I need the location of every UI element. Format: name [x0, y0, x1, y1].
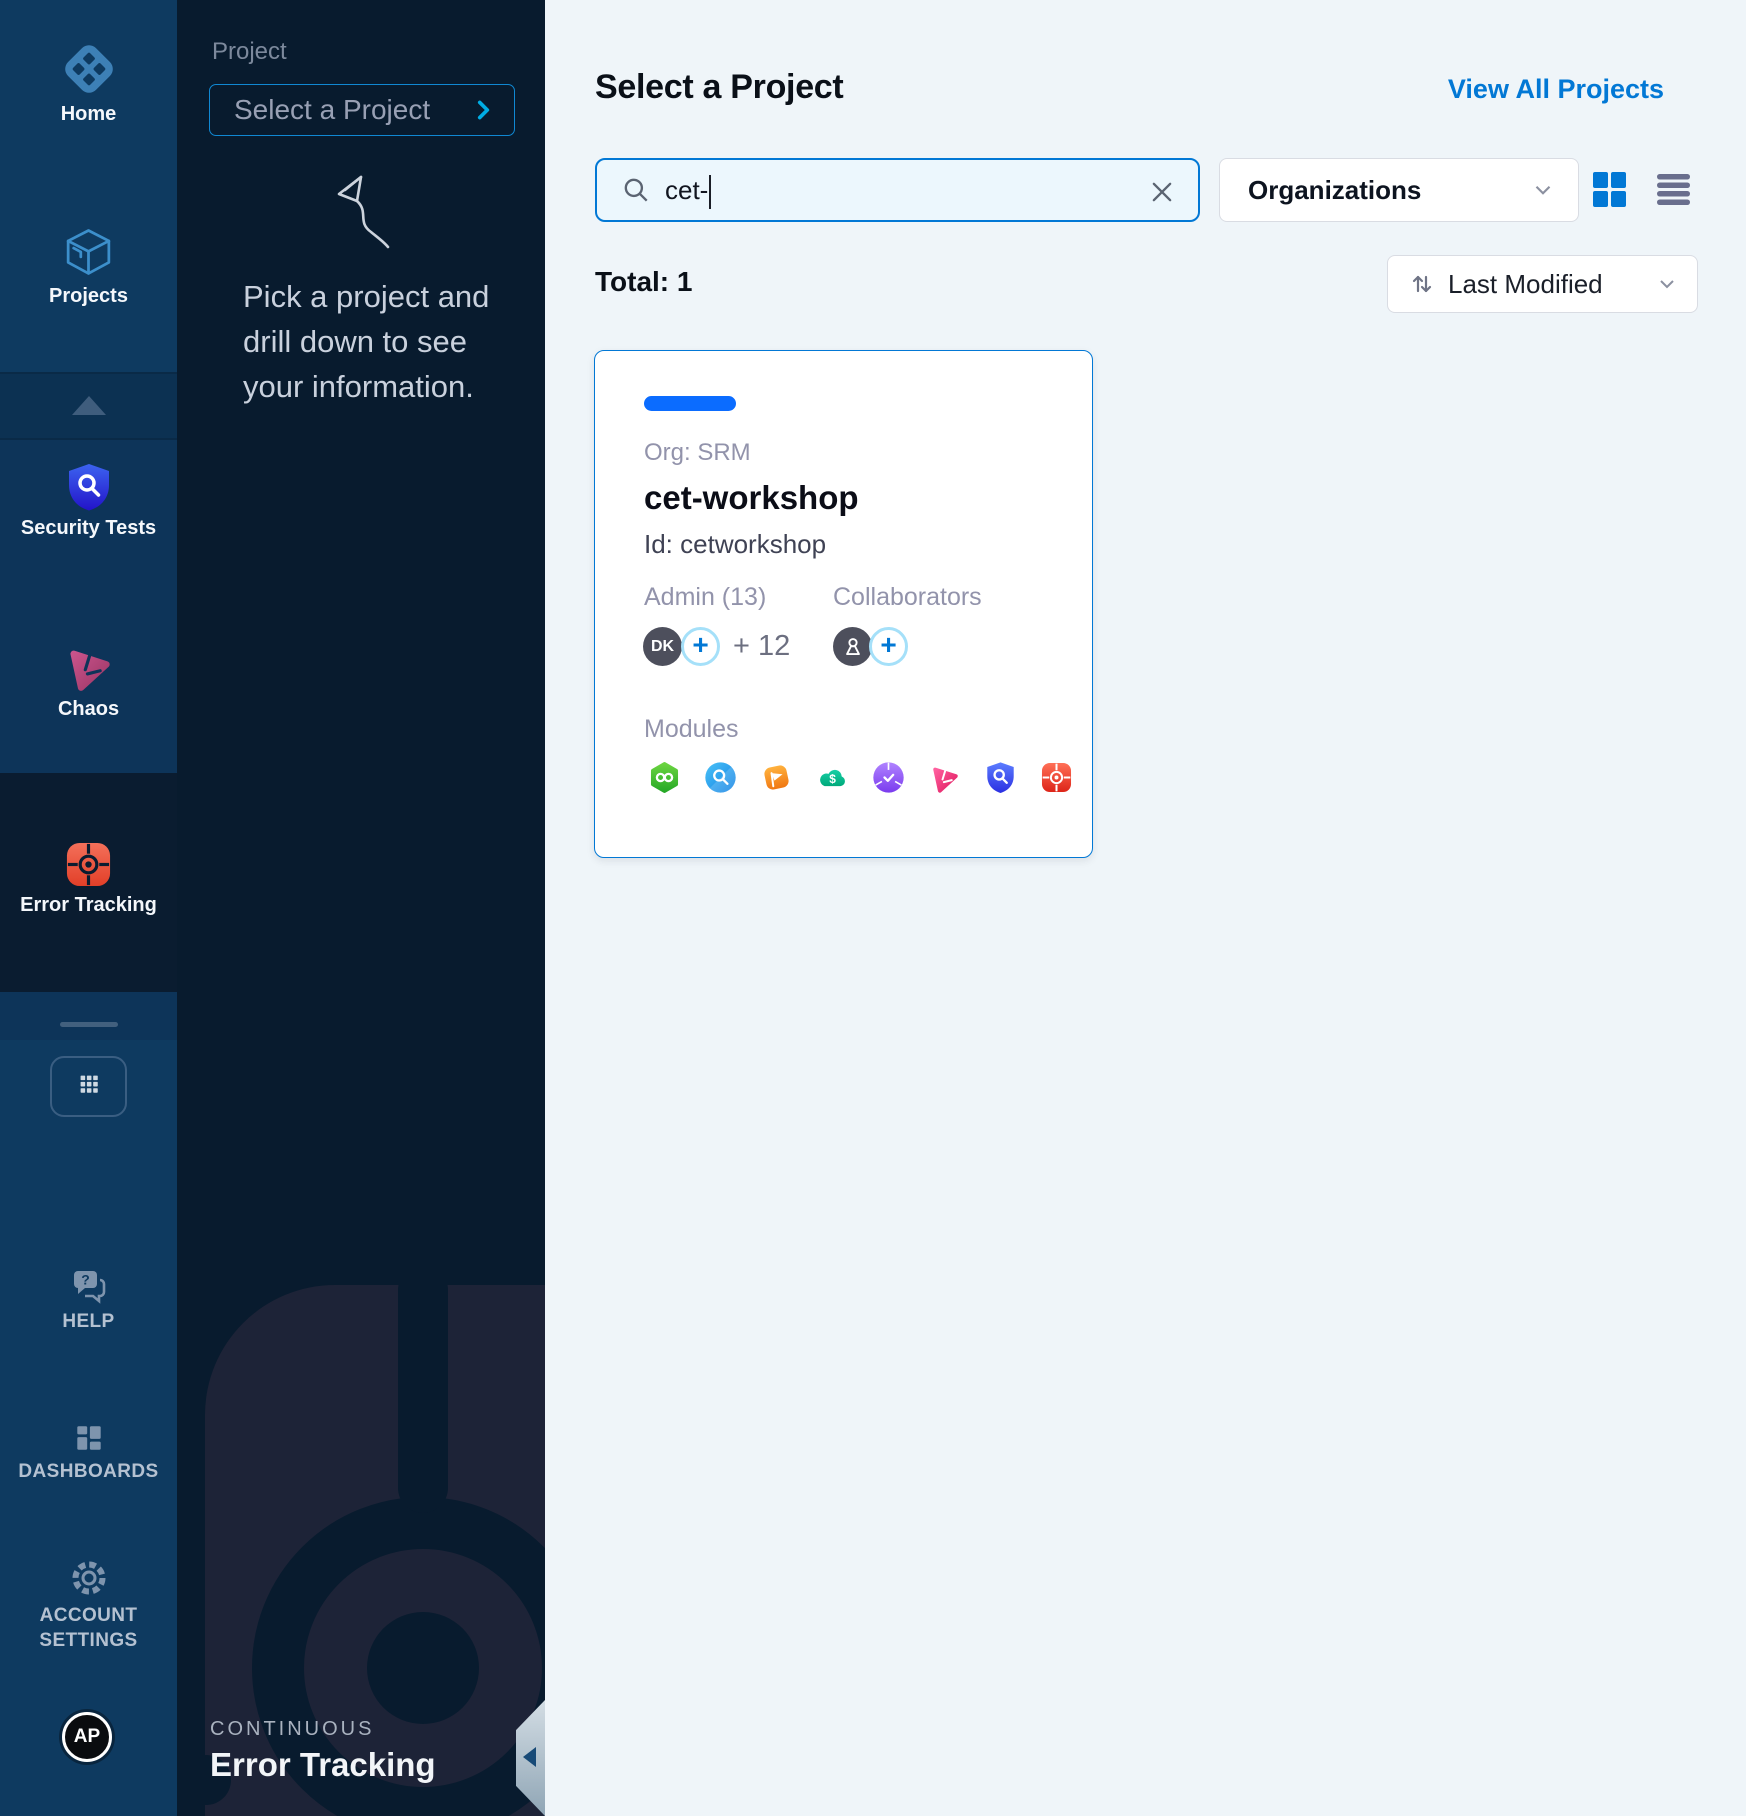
- dashboards-icon: [71, 1420, 107, 1461]
- project-search-box[interactable]: [595, 158, 1200, 222]
- organizations-filter-label: Organizations: [1248, 175, 1421, 206]
- admin-label: Admin (13): [644, 583, 766, 612]
- chaos-pinwheel-icon: [62, 640, 115, 698]
- module-feature-flags-icon: [760, 761, 793, 799]
- sidebar-item-dashboards[interactable]: DASHBOARDS: [0, 1420, 177, 1483]
- project-card[interactable]: Org: SRM cet-workshop Id: cetworkshop Ad…: [594, 350, 1093, 858]
- person-icon: [838, 632, 868, 662]
- search-icon: [621, 175, 651, 205]
- sidebar-label-help: HELP: [0, 1311, 177, 1333]
- project-panel-label: Project: [212, 38, 287, 66]
- sidebar-item-security-tests[interactable]: Security Tests: [0, 462, 177, 540]
- project-panel-hint: Pick a project and drill down to see you…: [243, 274, 493, 409]
- home-harness-icon: [60, 40, 118, 103]
- total-count: Total: 1: [595, 266, 692, 298]
- project-name: cet-workshop: [644, 479, 859, 517]
- scroll-up-icon[interactable]: [72, 396, 106, 415]
- project-panel: Project Select a Project Pick a project …: [177, 0, 545, 1816]
- chevron-down-icon: [1530, 177, 1556, 203]
- collaborators-label: Collaborators: [833, 583, 982, 612]
- help-chat-icon: ?: [69, 1266, 109, 1311]
- admin-overflow-count: + 12: [733, 627, 790, 666]
- admin-avatar-initials: DK: [651, 638, 674, 656]
- module-chaos-icon: [928, 761, 961, 799]
- project-selector-text: Select a Project: [234, 94, 430, 126]
- sidebar-label-chaos: Chaos: [0, 698, 177, 721]
- sort-arrows-icon: [1408, 270, 1436, 298]
- text-caret: [709, 175, 711, 209]
- clear-search-icon[interactable]: [1148, 178, 1176, 206]
- sort-dropdown[interactable]: Last Modified: [1387, 255, 1698, 313]
- collaborator-avatar: [833, 627, 872, 666]
- sidebar-label-security-tests: Security Tests: [0, 517, 177, 540]
- app-root: Home Projects: [0, 0, 1746, 1816]
- sidebar-label-error-tracking: Error Tracking: [0, 894, 177, 917]
- user-avatar-initials: AP: [74, 1726, 100, 1748]
- hand-drawn-arrow-illustration: [331, 170, 401, 260]
- organizations-filter-dropdown[interactable]: Organizations: [1219, 158, 1579, 222]
- sidebar-item-error-tracking[interactable]: Error Tracking: [0, 840, 177, 917]
- user-avatar[interactable]: AP: [62, 1712, 112, 1762]
- add-collaborator-button[interactable]: +: [869, 627, 908, 666]
- chevron-right-icon: [470, 97, 496, 123]
- modules-icon-row: $: [648, 761, 1073, 799]
- page-title: Select a Project: [595, 68, 843, 107]
- module-cloud-costs-icon: $: [816, 761, 849, 799]
- search-input[interactable]: [665, 175, 1105, 206]
- sidebar-divider: [0, 438, 177, 440]
- module-grid-icon: [75, 1070, 103, 1103]
- grid-view-icon[interactable]: [1593, 172, 1626, 212]
- svg-text:$: $: [829, 772, 836, 786]
- add-admin-button[interactable]: +: [681, 627, 720, 666]
- chevron-down-icon: [1655, 272, 1679, 296]
- project-color-bar: [644, 396, 736, 411]
- module-title: Error Tracking: [210, 1746, 436, 1784]
- sidebar-label-dashboards: DASHBOARDS: [0, 1461, 177, 1483]
- list-view-icon[interactable]: [1657, 174, 1690, 210]
- sidebar-group-bg-2: [0, 992, 177, 1040]
- module-error-tracking-icon: [1040, 761, 1073, 799]
- plus-icon: +: [880, 631, 896, 659]
- collapse-left-icon: [523, 1747, 536, 1767]
- sidebar-item-home[interactable]: Home: [0, 40, 177, 126]
- main-content: Select a Project View All Projects Organ…: [545, 0, 1746, 1816]
- modules-label: Modules: [644, 715, 739, 744]
- module-service-reliability-icon: [872, 761, 905, 799]
- sidebar-short-divider: [60, 1022, 118, 1027]
- sidebar-item-projects[interactable]: Projects: [0, 225, 177, 308]
- sidebar: Home Projects: [0, 0, 177, 1816]
- project-org: Org: SRM: [644, 439, 751, 467]
- plus-icon: +: [692, 631, 708, 659]
- shield-search-icon: [64, 462, 114, 517]
- error-tracking-target-icon: [64, 840, 113, 894]
- module-security-tests-icon: [984, 761, 1017, 799]
- view-all-projects-link[interactable]: View All Projects: [1448, 74, 1664, 105]
- sort-label: Last Modified: [1448, 269, 1655, 300]
- svg-text:?: ?: [81, 1272, 90, 1288]
- module-kicker: CONTINUOUS: [210, 1718, 374, 1741]
- sidebar-item-chaos[interactable]: Chaos: [0, 640, 177, 721]
- admin-avatar: DK: [643, 627, 682, 666]
- sidebar-item-help[interactable]: ? HELP: [0, 1266, 177, 1333]
- sidebar-label-home: Home: [0, 103, 177, 126]
- module-code-search-icon: [704, 761, 737, 799]
- gear-icon: [69, 1558, 109, 1603]
- project-id: Id: cetworkshop: [644, 529, 826, 560]
- sidebar-label-projects: Projects: [0, 285, 177, 308]
- module-ci-icon: [648, 761, 681, 799]
- sidebar-label-account-settings: ACCOUNT SETTINGS: [24, 1603, 154, 1653]
- projects-cube-icon: [61, 225, 116, 285]
- project-selector-dropdown[interactable]: Select a Project: [209, 84, 515, 136]
- sidebar-item-account-settings[interactable]: ACCOUNT SETTINGS: [0, 1558, 177, 1653]
- module-switcher-button[interactable]: [50, 1056, 127, 1117]
